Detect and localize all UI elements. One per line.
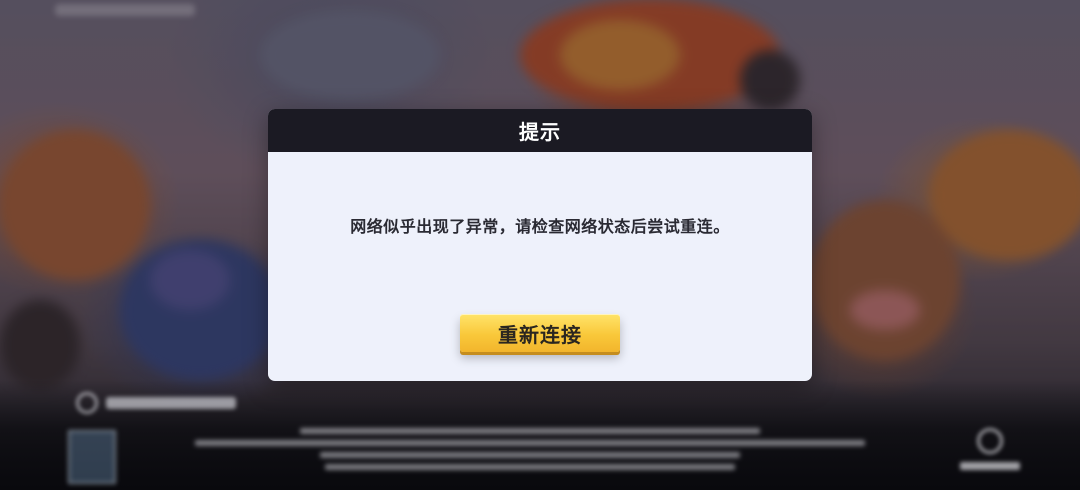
- blurred-label: [106, 397, 236, 409]
- user-center-icon: [960, 428, 1020, 478]
- search-icon: [76, 392, 98, 414]
- age-rating-badge: [68, 430, 116, 484]
- network-error-dialog: 提示 网络似乎出现了异常，请检查网络状态后尝试重连。 重新连接: [268, 109, 812, 381]
- blurred-search: [76, 392, 236, 414]
- dialog-header: 提示: [268, 109, 812, 152]
- reconnect-button[interactable]: 重新连接: [460, 314, 620, 352]
- dialog-title: 提示: [519, 120, 561, 144]
- blurred-top-text: [55, 4, 195, 16]
- blurred-legal-text: [195, 428, 865, 476]
- game-background: 提示 网络似乎出现了异常，请检查网络状态后尝试重连。 重新连接: [0, 0, 1080, 490]
- dialog-message: 网络似乎出现了异常，请检查网络状态后尝试重连。: [350, 217, 730, 236]
